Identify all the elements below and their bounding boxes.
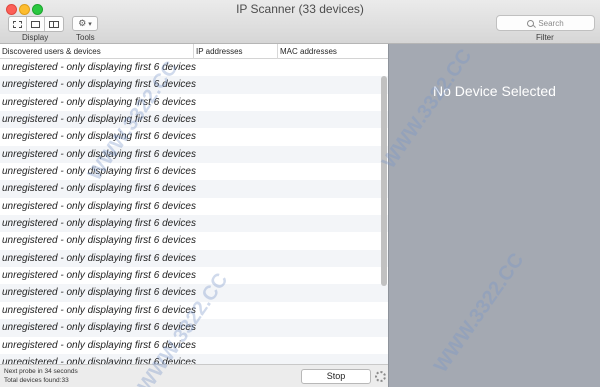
table-row[interactable]: unregistered - only displaying first 6 d… (0, 59, 388, 77)
window-toolbar: IP Scanner (33 devices) Display ⚙ ▾ Tool… (0, 0, 600, 44)
table-row[interactable]: unregistered - only displaying first 6 d… (0, 111, 388, 129)
table-row[interactable]: unregistered - only displaying first 6 d… (0, 163, 388, 181)
detail-pane: No Device Selected (388, 44, 600, 387)
column-header-mac[interactable]: MAC addresses (278, 44, 388, 59)
table-row[interactable]: unregistered - only displaying first 6 d… (0, 336, 388, 354)
display-dashed-view-button[interactable] (9, 17, 27, 31)
stop-button[interactable]: Stop (301, 369, 371, 384)
chevron-down-icon: ▾ (88, 20, 92, 28)
table-row[interactable]: unregistered - only displaying first 6 d… (0, 128, 388, 146)
table-row[interactable]: unregistered - only displaying first 6 d… (0, 232, 388, 250)
search-placeholder: Search (538, 18, 564, 28)
table-row[interactable]: unregistered - only displaying first 6 d… (0, 145, 388, 164)
table-row[interactable]: unregistered - only displaying first 6 d… (0, 301, 388, 320)
next-probe-status: Next probe in 34 seconds (4, 368, 78, 375)
table-row[interactable]: unregistered - only displaying first 6 d… (0, 319, 388, 337)
display-label: Display (22, 33, 49, 42)
filter-label: Filter (536, 33, 554, 42)
display-split-view-button[interactable] (45, 17, 63, 31)
dashed-rect-icon (13, 20, 22, 28)
tools-menu-button[interactable]: ⚙ ▾ (72, 16, 98, 31)
table-row[interactable]: unregistered - only displaying first 6 d… (0, 215, 388, 233)
table-row[interactable]: unregistered - only displaying first 6 d… (0, 76, 388, 94)
no-selection-message: No Device Selected (433, 83, 556, 99)
table-row[interactable]: unregistered - only displaying first 6 d… (0, 197, 388, 216)
table-row[interactable]: unregistered - only displaying first 6 d… (0, 249, 388, 268)
device-table: Discovered users & devices IP addresses … (0, 44, 388, 364)
gear-icon: ⚙ (78, 18, 87, 28)
search-input[interactable]: Search (496, 15, 595, 31)
table-header: Discovered users & devices IP addresses … (0, 44, 388, 59)
display-single-view-button[interactable] (27, 17, 45, 31)
total-devices-status: Total devices found:33 (4, 377, 69, 384)
table-body: unregistered - only displaying first 6 d… (0, 59, 388, 364)
table-row[interactable]: unregistered - only displaying first 6 d… (0, 267, 388, 285)
table-scrollbar[interactable] (381, 76, 387, 286)
column-header-ip[interactable]: IP addresses (194, 44, 278, 59)
table-row[interactable]: unregistered - only displaying first 6 d… (0, 180, 388, 198)
tools-label: Tools (76, 33, 95, 42)
status-bar: Next probe in 34 seconds Total devices f… (0, 364, 388, 387)
column-header-devices[interactable]: Discovered users & devices (0, 44, 194, 59)
display-segmented-control[interactable] (8, 16, 64, 32)
split-view-icon (49, 20, 59, 28)
table-row[interactable]: unregistered - only displaying first 6 d… (0, 93, 388, 112)
loading-spinner-icon (375, 371, 386, 382)
rect-icon (31, 20, 40, 28)
table-row[interactable]: unregistered - only displaying first 6 d… (0, 284, 388, 302)
window-title: IP Scanner (33 devices) (236, 2, 364, 16)
table-row[interactable]: unregistered - only displaying first 6 d… (0, 353, 388, 364)
search-icon (527, 19, 535, 27)
